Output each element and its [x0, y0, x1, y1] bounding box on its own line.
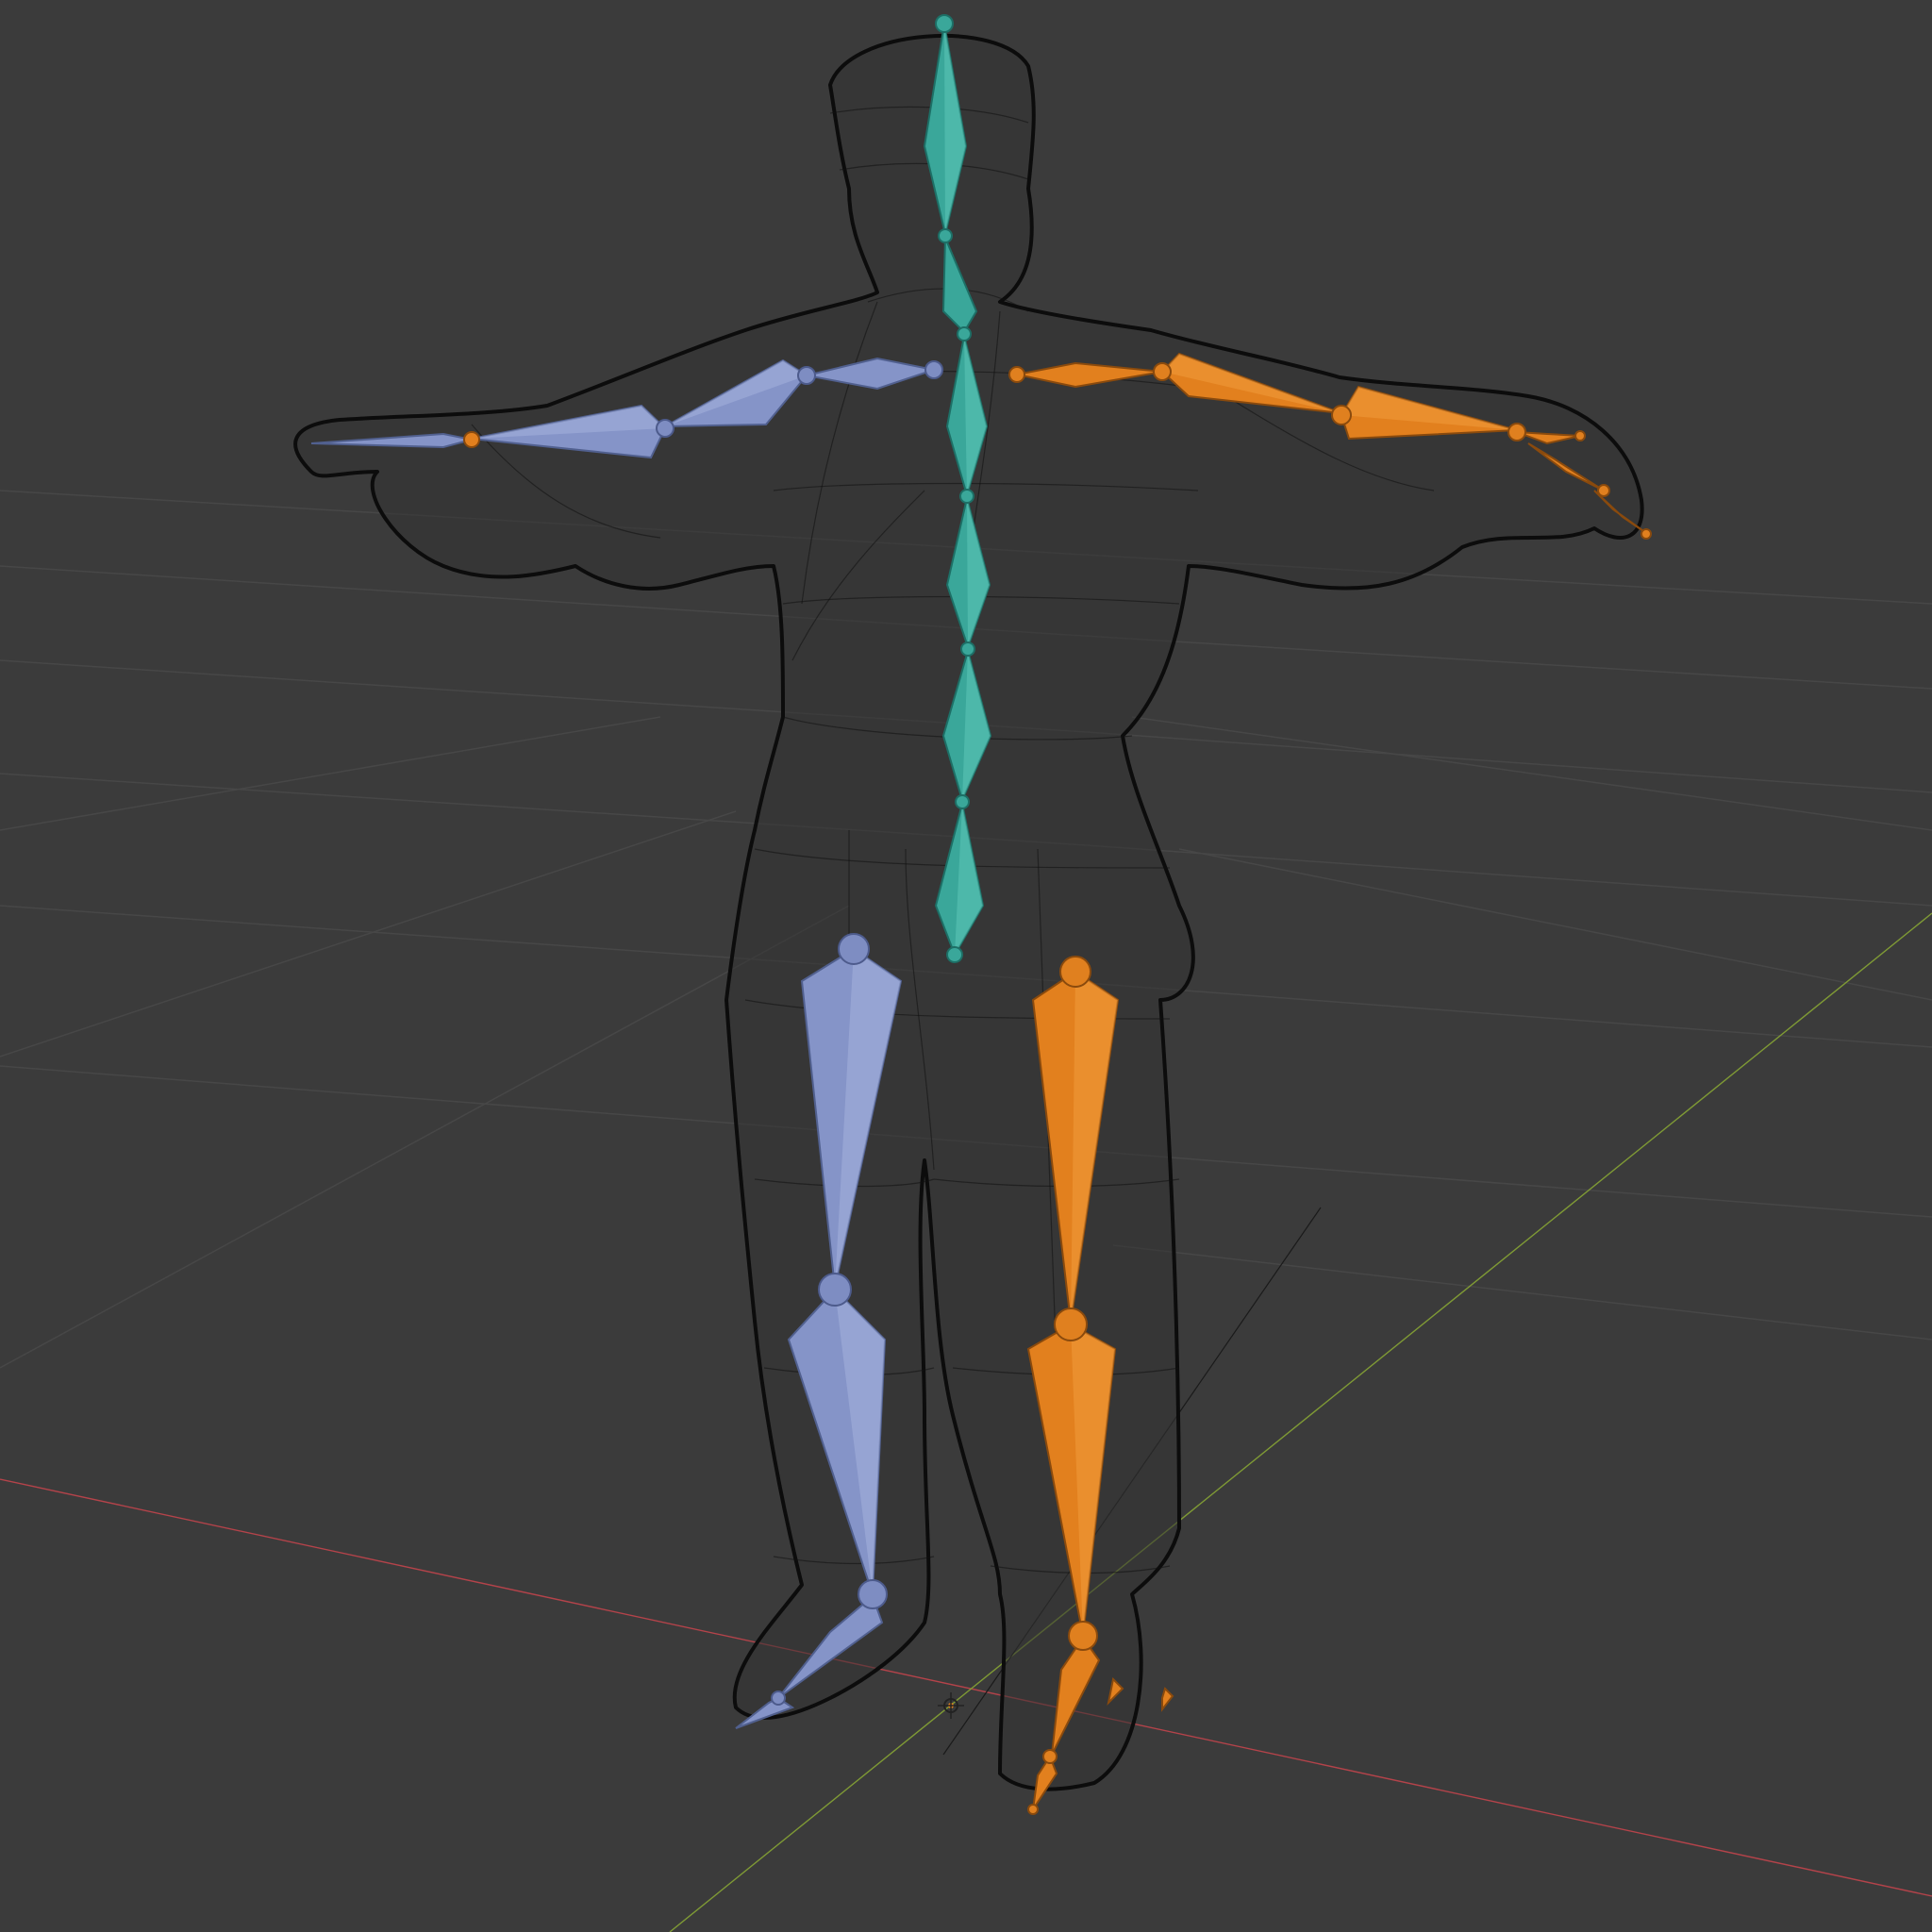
right-shoulder-joint[interactable]: [1008, 366, 1025, 383]
right-forearm-joint[interactable]: [1331, 405, 1352, 425]
spine-joint[interactable]: [938, 228, 953, 243]
left-hip-joint[interactable]: [838, 933, 870, 965]
right-ankle-joint[interactable]: [1068, 1621, 1098, 1651]
3d-cursor-icon[interactable]: [938, 1692, 964, 1719]
left-elbow-joint[interactable]: [797, 366, 816, 385]
right-wrist-joint[interactable]: [1507, 423, 1526, 441]
spine-joint[interactable]: [955, 794, 970, 809]
viewport-canvas[interactable]: [0, 0, 1932, 1932]
right-finger-joint[interactable]: [1574, 430, 1586, 441]
spine-joint[interactable]: [957, 326, 972, 341]
right-hip-joint[interactable]: [1059, 956, 1091, 988]
right-knee-joint[interactable]: [1054, 1307, 1088, 1341]
3d-viewport[interactable]: [0, 0, 1932, 1932]
left-shoulder-joint[interactable]: [924, 360, 943, 379]
right-finger-joint[interactable]: [1597, 484, 1610, 497]
right-finger-joint[interactable]: [1641, 528, 1652, 540]
spine-joint[interactable]: [959, 489, 974, 504]
left-ankle-joint[interactable]: [858, 1579, 888, 1609]
right-toe-tip-joint[interactable]: [1027, 1804, 1039, 1815]
left-forearm-joint[interactable]: [656, 419, 675, 438]
spine-joint[interactable]: [946, 946, 963, 963]
right-elbow-joint[interactable]: [1153, 362, 1172, 381]
left-wrist-joint[interactable]: [463, 431, 480, 448]
left-knee-joint[interactable]: [818, 1273, 852, 1307]
x-axis-line: [0, 1478, 1932, 1897]
spine-joint[interactable]: [935, 14, 954, 33]
left-toe-joint[interactable]: [771, 1690, 786, 1706]
right-toe-joint[interactable]: [1042, 1749, 1058, 1764]
spine-joint[interactable]: [960, 641, 975, 657]
